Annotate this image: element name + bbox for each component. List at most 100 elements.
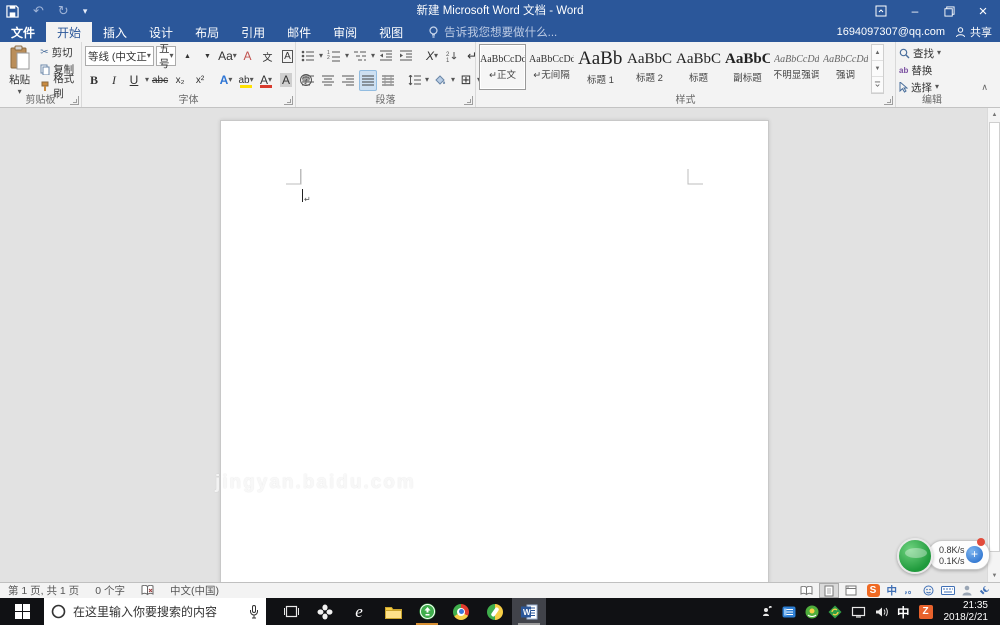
font-name-dropdown-icon[interactable]: ▾ (147, 52, 151, 60)
chrome-icon[interactable] (444, 598, 478, 625)
green-security-app-icon[interactable] (410, 598, 444, 625)
styles-scroll-down-icon[interactable]: ▼ (872, 61, 883, 77)
text-effects-button[interactable]: A▾ (217, 70, 235, 91)
tray-media-app-icon[interactable] (782, 605, 796, 619)
underline-button[interactable]: U (125, 70, 143, 91)
highlight-color-button[interactable]: ab▾ (237, 70, 255, 91)
sort-icon[interactable]: 21 (443, 46, 461, 67)
plus-ball-icon[interactable]: + (966, 546, 983, 563)
align-center-icon[interactable] (319, 70, 337, 91)
proofing-icon[interactable] (133, 583, 162, 599)
style-subtle-emphasis[interactable]: AaBbCcDd 不明显强调 (773, 44, 820, 90)
word-count[interactable]: 0 个字 (87, 583, 133, 599)
style-title[interactable]: AaBbCc 标题 (675, 44, 722, 90)
align-right-icon[interactable] (339, 70, 357, 91)
tab-mailings[interactable]: 邮件 (276, 22, 322, 42)
character-shading-button[interactable]: A (277, 70, 295, 91)
minimize-button[interactable]: – (898, 0, 932, 22)
save-icon[interactable] (6, 5, 19, 18)
pinwheel-app-icon[interactable] (308, 598, 342, 625)
font-size-combo[interactable]: 五号 ▾ (156, 46, 177, 66)
tell-me-box[interactable]: 告诉我您想要做什么... (428, 22, 557, 42)
speedball-icon[interactable] (897, 538, 933, 574)
paste-button[interactable]: 粘贴 ▾ (3, 44, 36, 92)
subscript-button[interactable]: x₂ (171, 70, 189, 91)
grow-font-button[interactable]: ▲ (178, 46, 196, 67)
clipboard-dialog-launcher[interactable] (70, 96, 79, 105)
sogou-toolbox-icon[interactable] (979, 585, 990, 596)
bullets-icon[interactable] (299, 46, 317, 67)
align-left-icon[interactable] (299, 70, 317, 91)
tray-green-circle-icon[interactable] (805, 605, 819, 619)
share-button[interactable]: 共享 (955, 24, 992, 40)
find-button[interactable]: 查找 ▾ (899, 45, 965, 61)
styles-dialog-launcher[interactable] (884, 96, 893, 105)
scroll-up-icon[interactable]: ▲ (988, 108, 1000, 121)
tab-references[interactable]: 引用 (230, 22, 276, 42)
font-dialog-launcher[interactable] (284, 96, 293, 105)
bold-button[interactable]: B (85, 70, 103, 91)
cut-button[interactable]: ✂ 剪切 (38, 44, 78, 60)
sogou-emoji-icon[interactable] (923, 585, 934, 596)
phonetic-guide-button[interactable]: 文 (258, 46, 276, 67)
sogou-browser-icon[interactable] (478, 598, 512, 625)
character-border-button[interactable]: A (278, 46, 296, 67)
tab-review[interactable]: 审阅 (322, 22, 368, 42)
volume-icon[interactable] (875, 606, 888, 618)
style-emphasis[interactable]: AaBbCcDd 强调 (822, 44, 869, 90)
ime-language-indicator[interactable]: 中 (897, 602, 910, 621)
clear-formatting-button[interactable]: A (238, 46, 256, 67)
paragraph-dialog-launcher[interactable] (464, 96, 473, 105)
sogou-logo-icon[interactable]: S (867, 584, 880, 597)
line-spacing-icon[interactable] (405, 70, 423, 91)
vertical-scrollbar[interactable]: ▲ ▼ (987, 108, 1000, 582)
tray-green-diamond-icon[interactable] (828, 605, 842, 619)
numbering-icon[interactable]: 12 (325, 46, 343, 67)
customize-qat-icon[interactable]: ▾ (83, 0, 88, 22)
asian-layout-button[interactable]: X▾ (423, 46, 441, 67)
font-name-combo[interactable]: 等线 (中文正 ▾ (85, 46, 154, 66)
style-subtitle[interactable]: AaBbCc 副标题 (724, 44, 771, 90)
microphone-icon[interactable] (249, 605, 259, 619)
tab-insert[interactable]: 插入 (92, 22, 138, 42)
sogou-punctuation-icon[interactable]: ，。 (904, 585, 916, 596)
style-heading2[interactable]: AaBbCc 标题 2 (626, 44, 673, 90)
multilevel-list-icon[interactable] (351, 46, 369, 67)
superscript-button[interactable]: x² (191, 70, 209, 91)
restore-button[interactable] (932, 0, 966, 22)
font-color-button[interactable]: A▾ (257, 70, 275, 91)
start-button[interactable] (0, 598, 44, 625)
tray-z-app-icon[interactable]: Z (919, 605, 933, 619)
styles-scroll-up-icon[interactable]: ▲ (872, 45, 883, 61)
hidden-icons-chevron[interactable] (761, 606, 773, 618)
ribbon-display-options-icon[interactable] (864, 0, 898, 22)
scrollbar-thumb[interactable] (989, 122, 1000, 552)
underline-dropdown-icon[interactable]: ▾ (145, 76, 149, 84)
sogou-chinese-mode-icon[interactable]: 中 (887, 583, 898, 598)
tab-design[interactable]: 设计 (138, 22, 184, 42)
web-layout-icon[interactable] (841, 583, 861, 598)
style-no-spacing[interactable]: AaBbCcDd ↵无间隔 (528, 44, 575, 90)
increase-indent-icon[interactable] (397, 46, 415, 67)
borders-button[interactable]: ⊞ (457, 70, 475, 91)
scroll-down-icon[interactable]: ▼ (988, 569, 1000, 582)
tab-file[interactable]: 文件 (0, 22, 46, 42)
network-icon[interactable] (851, 606, 866, 618)
replace-button[interactable]: ab 替换 (899, 62, 965, 78)
shading-icon[interactable] (431, 70, 449, 91)
file-explorer-icon[interactable] (376, 598, 410, 625)
font-size-dropdown-icon[interactable]: ▾ (169, 52, 173, 60)
italic-button[interactable]: I (105, 70, 123, 91)
tab-layout[interactable]: 布局 (184, 22, 230, 42)
word-taskbar-icon[interactable]: W (512, 598, 546, 625)
tab-view[interactable]: 视图 (368, 22, 414, 42)
task-view-icon[interactable] (274, 598, 308, 625)
style-normal[interactable]: AaBbCcDd ↵正文 (479, 44, 526, 90)
account-email[interactable]: 1694097307@qq.com (837, 26, 945, 38)
print-layout-icon[interactable] (819, 583, 839, 598)
style-heading1[interactable]: AaBbCcDd 标题 1 (577, 44, 624, 90)
language-indicator[interactable]: 中文(中国) (162, 583, 227, 599)
taskbar-clock[interactable]: 21:35 2018/2/21 (942, 600, 995, 623)
change-case-button[interactable]: Aa▾ (218, 46, 236, 67)
tab-home[interactable]: 开始 (46, 22, 92, 42)
